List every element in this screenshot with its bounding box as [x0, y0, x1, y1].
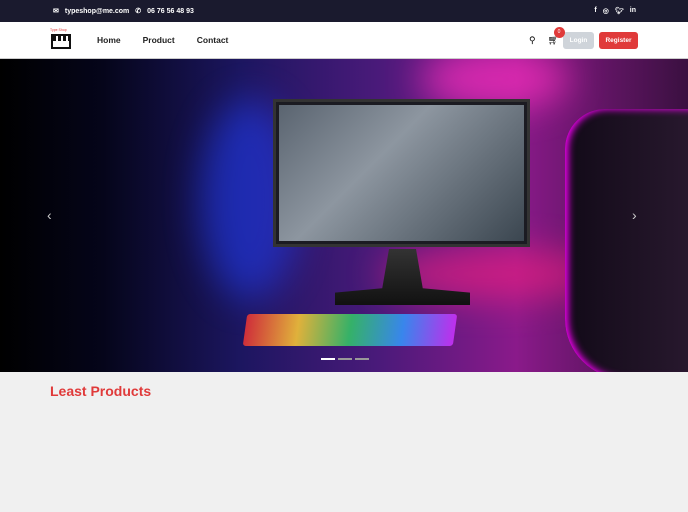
carousel-prev-icon[interactable]: ‹	[47, 207, 52, 223]
envelope-icon: ✉	[53, 8, 59, 15]
nav-contact[interactable]: Contact	[197, 35, 229, 45]
twitter-icon[interactable]: 🐦︎	[615, 7, 624, 15]
shop-icon	[51, 34, 71, 49]
facebook-icon[interactable]: f	[594, 7, 596, 15]
navbar: Type Shop Home Product Contact ⚲ 🛒︎ 0 Log…	[0, 22, 688, 59]
carousel-dot[interactable]	[355, 358, 369, 360]
carousel-dot[interactable]	[321, 358, 335, 360]
cart-button[interactable]: 🛒︎ 0	[548, 26, 565, 46]
register-button[interactable]: Register	[599, 31, 638, 49]
instagram-icon[interactable]: ◎	[603, 7, 609, 15]
contact-phone[interactable]: 06 76 56 48 93	[147, 8, 194, 15]
hero-keyboard-image	[242, 314, 458, 346]
carousel-dot[interactable]	[338, 358, 352, 360]
login-button[interactable]: Login	[563, 31, 594, 49]
cart-count-badge: 0	[553, 26, 565, 38]
section-title: Least Products	[50, 383, 152, 399]
hero-carousel: ‹ ›	[0, 59, 688, 372]
logo[interactable]: Type Shop	[50, 28, 72, 50]
top-bar: ✉ typeshop@me.com ✆ 06 76 56 48 93 f ◎ 🐦…	[0, 0, 688, 22]
logo-text: Type Shop	[50, 28, 67, 32]
contact-email[interactable]: typeshop@me.com	[65, 8, 129, 15]
phone-icon: ✆	[135, 8, 142, 15]
hero-pc-case-image	[565, 109, 688, 372]
search-icon[interactable]: ⚲	[529, 35, 536, 46]
nav-home[interactable]: Home	[97, 35, 121, 45]
carousel-next-icon[interactable]: ›	[632, 207, 637, 223]
nav-product[interactable]: Product	[143, 35, 175, 45]
linkedin-icon[interactable]: in	[630, 7, 636, 15]
carousel-indicators	[321, 358, 369, 360]
hero-monitor-image	[273, 99, 530, 247]
